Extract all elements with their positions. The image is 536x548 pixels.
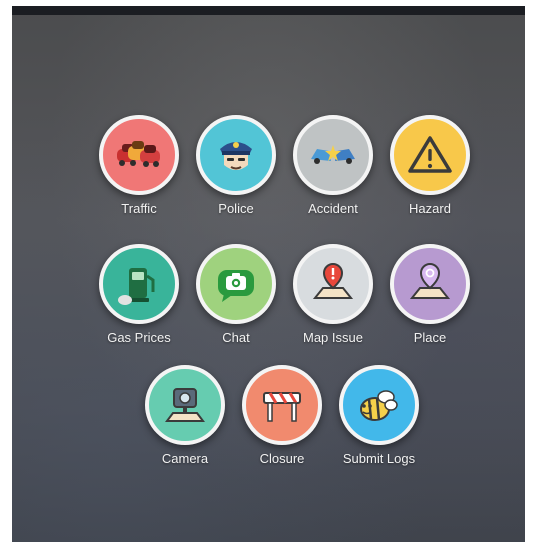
report-chat-button[interactable]: Chat [181,244,291,345]
report-place-button[interactable]: Place [375,244,485,345]
submit-logs-label: Submit Logs [342,451,416,466]
closure-label: Closure [259,451,305,466]
accident-label: Accident [308,201,358,216]
map-issue-label: Map Issue [303,330,363,345]
report-menu-screen: Traffic Police Accident Hazard Gas Price… [12,6,525,542]
chat-label: Chat [222,330,250,345]
bee-icon [339,365,419,445]
police-label: Police [218,201,254,216]
place-icon [390,244,470,324]
hazard-icon [390,115,470,195]
report-police-button[interactable]: Police [181,115,291,216]
hazard-label: Hazard [409,201,451,216]
road-closure-icon [242,365,322,445]
gas-pump-icon [99,244,179,324]
traffic-icon [99,115,179,195]
traffic-label: Traffic [121,201,157,216]
report-hazard-button[interactable]: Hazard [375,115,485,216]
report-camera-button[interactable]: Camera [130,365,240,466]
gas-prices-label: Gas Prices [107,330,171,345]
report-closure-button[interactable]: Closure [227,365,337,466]
camera-chat-icon [196,244,276,324]
accident-icon [293,115,373,195]
report-accident-button[interactable]: Accident [278,115,388,216]
report-map-issue-button[interactable]: Map Issue [278,244,388,345]
speed-camera-icon [145,365,225,445]
report-gas-prices-button[interactable]: Gas Prices [84,244,194,345]
report-submit-logs-button[interactable]: Submit Logs [324,365,434,466]
place-label: Place [413,330,447,345]
status-bar [12,6,525,15]
map-issue-icon [293,244,373,324]
police-icon [196,115,276,195]
camera-label: Camera [161,451,209,466]
report-traffic-button[interactable]: Traffic [84,115,194,216]
